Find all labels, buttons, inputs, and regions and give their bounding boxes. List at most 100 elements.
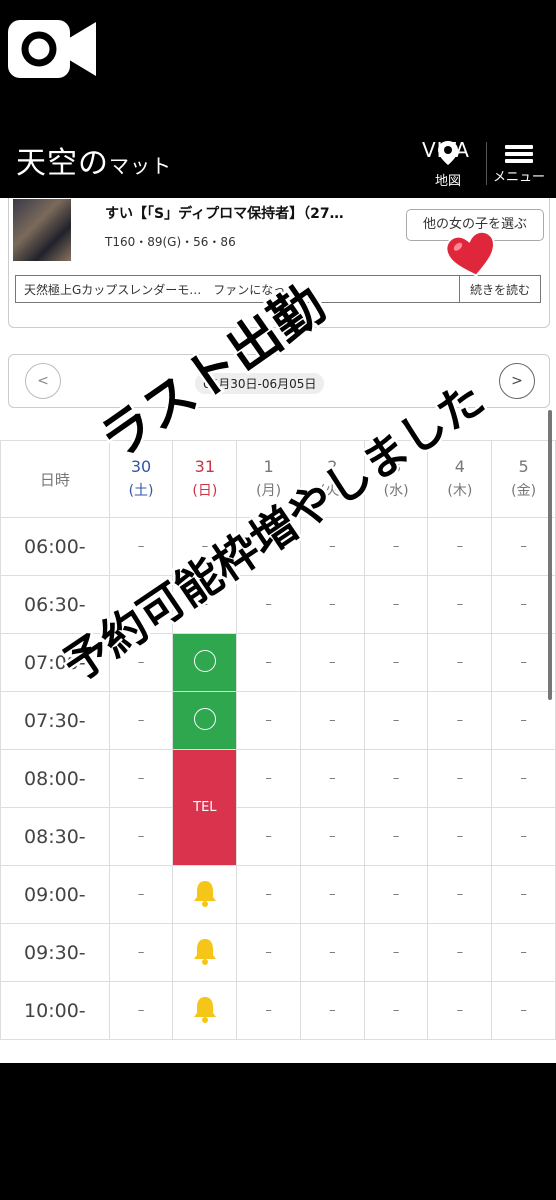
unavailable-slot: – [299, 749, 365, 808]
unavailable-slot: – [299, 691, 365, 750]
unavailable-slot: – [491, 865, 556, 924]
unavailable-slot: – [491, 981, 556, 1040]
unavailable-slot: – [363, 691, 429, 750]
unavailable-slot: – [299, 923, 365, 982]
tel-slot[interactable]: TEL [172, 749, 238, 866]
unavailable-slot: – [363, 807, 429, 866]
time-slot-label: 07:30- [0, 691, 110, 750]
profile-stats: T160・89(G)・56・86 [105, 235, 236, 249]
read-more-button[interactable]: 続きを読む [458, 276, 540, 302]
bell-icon [190, 938, 220, 970]
unavailable-slot: – [491, 575, 556, 634]
day-weekday: (木) [447, 483, 473, 499]
unavailable-slot: – [491, 923, 556, 982]
logo-main: 天空の [16, 146, 109, 181]
circle-icon [193, 707, 216, 730]
site-header: 天空のマット VITA 地図 メニュー [0, 130, 556, 198]
time-slot-label: 08:00- [0, 749, 110, 808]
unavailable-slot: – [236, 749, 301, 808]
unavailable-slot: – [363, 633, 429, 692]
bell-icon [190, 880, 220, 912]
unavailable-slot: – [363, 865, 429, 924]
day-date: 5 [518, 457, 529, 476]
unavailable-slot: – [491, 749, 556, 808]
unavailable-slot: – [427, 575, 493, 634]
unavailable-slot: – [427, 517, 493, 576]
schedule-row: 08:00- – TEL – – – – – [0, 749, 556, 866]
unavailable-slot: – [108, 923, 174, 982]
unavailable-slot: – [236, 981, 301, 1040]
unavailable-slot: – [299, 633, 365, 692]
available-slot[interactable] [172, 691, 238, 750]
site-logo[interactable]: 天空のマット [16, 138, 172, 182]
next-week-button[interactable]: > [499, 363, 535, 399]
unavailable-slot: – [299, 981, 365, 1040]
time-slot-label: 10:00- [0, 981, 110, 1040]
day-header: 5 (金) [491, 440, 556, 518]
schedule-row: 10:00- – – – – – – [0, 981, 556, 1040]
menu-label: メニュー [492, 170, 545, 185]
unavailable-slot: – [299, 807, 365, 866]
unavailable-slot: – [363, 981, 429, 1040]
day-weekday: (日) [192, 483, 218, 499]
logo-sub: マット [109, 154, 172, 178]
notify-slot[interactable] [172, 981, 238, 1040]
time-slot-label: 09:30- [0, 923, 110, 982]
day-date: 31 [194, 457, 215, 476]
day-weekday: (金) [511, 483, 537, 499]
time-slot-label: 08:30- [0, 807, 110, 866]
notify-slot[interactable] [172, 865, 238, 924]
bell-icon [190, 996, 220, 1028]
unavailable-slot: – [427, 981, 493, 1040]
day-header: 31 (日) [172, 440, 238, 518]
circle-icon [193, 649, 216, 672]
unavailable-slot: – [236, 633, 301, 692]
menu-button[interactable]: メニュー [486, 142, 551, 185]
schedule-row: 07:30- – – – – – – [0, 691, 556, 750]
scrollbar[interactable] [548, 410, 552, 700]
unavailable-slot: – [491, 807, 556, 866]
unavailable-slot: – [363, 575, 429, 634]
unavailable-slot: – [236, 923, 301, 982]
map-label: 地図 [434, 174, 461, 189]
schedule-row: 09:30- – – – – – – [0, 923, 556, 982]
corner-header: 日時 [0, 440, 110, 518]
unavailable-slot: – [299, 865, 365, 924]
unavailable-slot: – [427, 691, 493, 750]
schedule-row: 09:00- – – – – – – [0, 865, 556, 924]
map-button[interactable]: 地図 [428, 140, 468, 189]
time-slot-label: 09:00- [0, 865, 110, 924]
day-weekday: (土) [128, 483, 154, 499]
notify-slot[interactable] [172, 923, 238, 982]
video-camera-icon [8, 20, 96, 78]
unavailable-slot: – [491, 691, 556, 750]
prev-week-button[interactable]: < [25, 363, 61, 399]
unavailable-slot: – [236, 807, 301, 866]
unavailable-slot: – [491, 633, 556, 692]
schedule-row: 08:30- – – – – – – [0, 807, 556, 866]
available-slot[interactable] [172, 633, 238, 692]
unavailable-slot: – [363, 517, 429, 576]
unavailable-slot: – [427, 749, 493, 808]
unavailable-slot: – [108, 865, 174, 924]
unavailable-slot: – [363, 749, 429, 808]
unavailable-slot: – [108, 691, 174, 750]
unavailable-slot: – [108, 749, 174, 808]
unavailable-slot: – [236, 865, 301, 924]
unavailable-slot: – [363, 923, 429, 982]
unavailable-slot: – [427, 807, 493, 866]
unavailable-slot: – [491, 517, 556, 576]
unavailable-slot: – [427, 865, 493, 924]
profile-name: すい【「S」ディプロマ保持者】（27… [105, 206, 344, 222]
unavailable-slot: – [427, 633, 493, 692]
time-slot-label: 06:00- [0, 517, 110, 576]
unavailable-slot: – [299, 575, 365, 634]
day-date: 4 [454, 457, 465, 476]
profile-thumbnail[interactable] [13, 199, 71, 261]
unavailable-slot: – [427, 923, 493, 982]
unavailable-slot: – [108, 981, 174, 1040]
hamburger-icon [487, 145, 551, 163]
unavailable-slot: – [108, 807, 174, 866]
unavailable-slot: – [236, 691, 301, 750]
map-pin-icon [438, 141, 458, 165]
